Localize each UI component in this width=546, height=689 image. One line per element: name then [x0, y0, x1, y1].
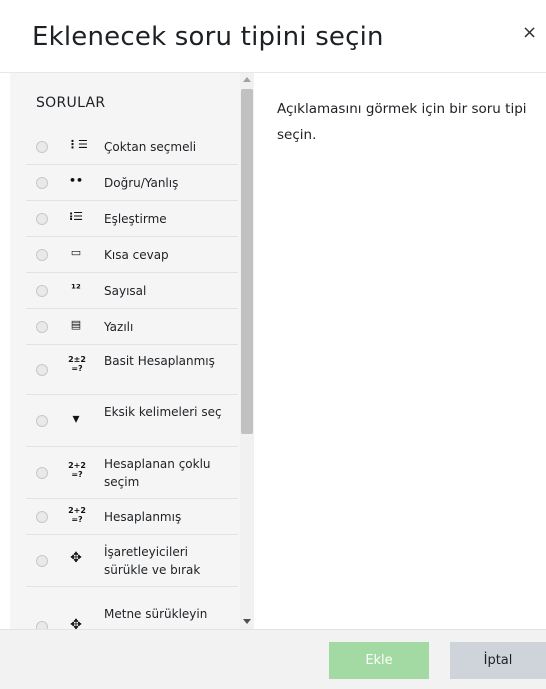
- list-item[interactable]: ▾ Eksik kelimeleri seç: [26, 395, 238, 447]
- radio-button[interactable]: [36, 364, 48, 376]
- list-item[interactable]: ✥ İşaretleyicileri sürükle ve bırak: [26, 535, 238, 587]
- list-scrollbar[interactable]: [240, 73, 254, 629]
- list-item-label: Eksik kelimeleri seç: [104, 405, 222, 419]
- list-item-label: Sayısal: [104, 284, 147, 298]
- add-button[interactable]: Ekle: [329, 642, 429, 679]
- calculated-icon: 2+2 =?: [68, 506, 86, 524]
- list-item-label: Doğru/Yanlış: [104, 176, 179, 190]
- radio-button[interactable]: [36, 285, 48, 297]
- truefalse-icon: ••: [68, 174, 84, 187]
- list-item[interactable]: 2±2 =? Basit Hesaplanmış: [26, 345, 238, 395]
- radio-button[interactable]: [36, 141, 48, 153]
- list-item[interactable]: 2+2 =? Hesaplanmış: [26, 499, 238, 535]
- list-item[interactable]: ⋮☰ Çoktan seçmeli: [26, 129, 238, 165]
- matching-icon: ⁝☰: [68, 210, 84, 223]
- cancel-button[interactable]: İptal: [450, 642, 546, 679]
- list-item-label: Yazılı: [104, 320, 134, 334]
- section-title: SORULAR: [36, 95, 106, 111]
- list-item[interactable]: ⁝☰ Eşleştirme: [26, 201, 238, 237]
- shortanswer-icon: ▭: [70, 246, 82, 259]
- radio-button[interactable]: [36, 511, 48, 523]
- list-item-label: Çoktan seçmeli: [104, 140, 197, 154]
- list-item[interactable]: ▭ Kısa cevap: [26, 237, 238, 273]
- close-icon[interactable]: ×: [522, 22, 537, 43]
- radio-button[interactable]: [36, 621, 48, 629]
- multichoice-icon: ⋮☰: [67, 138, 88, 151]
- numerical-icon: ¹²: [71, 282, 81, 295]
- type-description: Açıklamasını görmek için bir soru tipi s…: [277, 101, 527, 143]
- radio-button[interactable]: [36, 467, 48, 479]
- radio-button[interactable]: [36, 213, 48, 225]
- scroll-down-arrow-icon[interactable]: [243, 619, 251, 624]
- list-item-label: İşaretleyicileri sürükle ve bırak: [104, 545, 201, 577]
- list-item[interactable]: ¹² Sayısal: [26, 273, 238, 309]
- list-item-label: Hesaplanan çoklu seçim: [104, 457, 211, 489]
- ddmarker-icon: ✥: [70, 550, 82, 566]
- gapselect-icon: ▾: [72, 411, 80, 427]
- list-item-label: Kısa cevap: [104, 248, 169, 262]
- calculatedsimple-icon: 2±2 =?: [68, 355, 86, 373]
- list-item-label: Metne sürükleyin: [104, 607, 208, 621]
- essay-icon: ▤: [70, 318, 82, 331]
- calculatedmulti-icon: 2+2 =?: [68, 461, 86, 479]
- radio-button[interactable]: [36, 249, 48, 261]
- list-item[interactable]: ▤ Yazılı: [26, 309, 238, 345]
- radio-button[interactable]: [36, 321, 48, 333]
- list-item[interactable]: ✥ Metne sürükleyin: [26, 587, 238, 629]
- list-item[interactable]: •• Doğru/Yanlış: [26, 165, 238, 201]
- dialog-title: Eklenecek soru tipini seçin: [32, 22, 384, 52]
- dialog-header: Eklenecek soru tipini seçin ×: [0, 0, 546, 73]
- question-type-list: SORULAR ⋮☰ Çoktan seçmeli •• Doğru/Yanlı…: [10, 73, 254, 629]
- scroll-up-arrow-icon[interactable]: [243, 77, 251, 82]
- radio-button[interactable]: [36, 177, 48, 189]
- scrollbar-thumb[interactable]: [241, 89, 253, 434]
- ddwtos-icon: ✥: [70, 617, 82, 629]
- radio-button[interactable]: [36, 555, 48, 567]
- list-item[interactable]: 2+2 =? Hesaplanan çoklu seçim: [26, 447, 238, 499]
- radio-button[interactable]: [36, 415, 48, 427]
- list-item-label: Hesaplanmış: [104, 510, 182, 524]
- list-item-label: Basit Hesaplanmış: [104, 354, 215, 368]
- dialog-footer: Ekle İptal: [0, 629, 546, 689]
- list-item-label: Eşleştirme: [104, 212, 167, 226]
